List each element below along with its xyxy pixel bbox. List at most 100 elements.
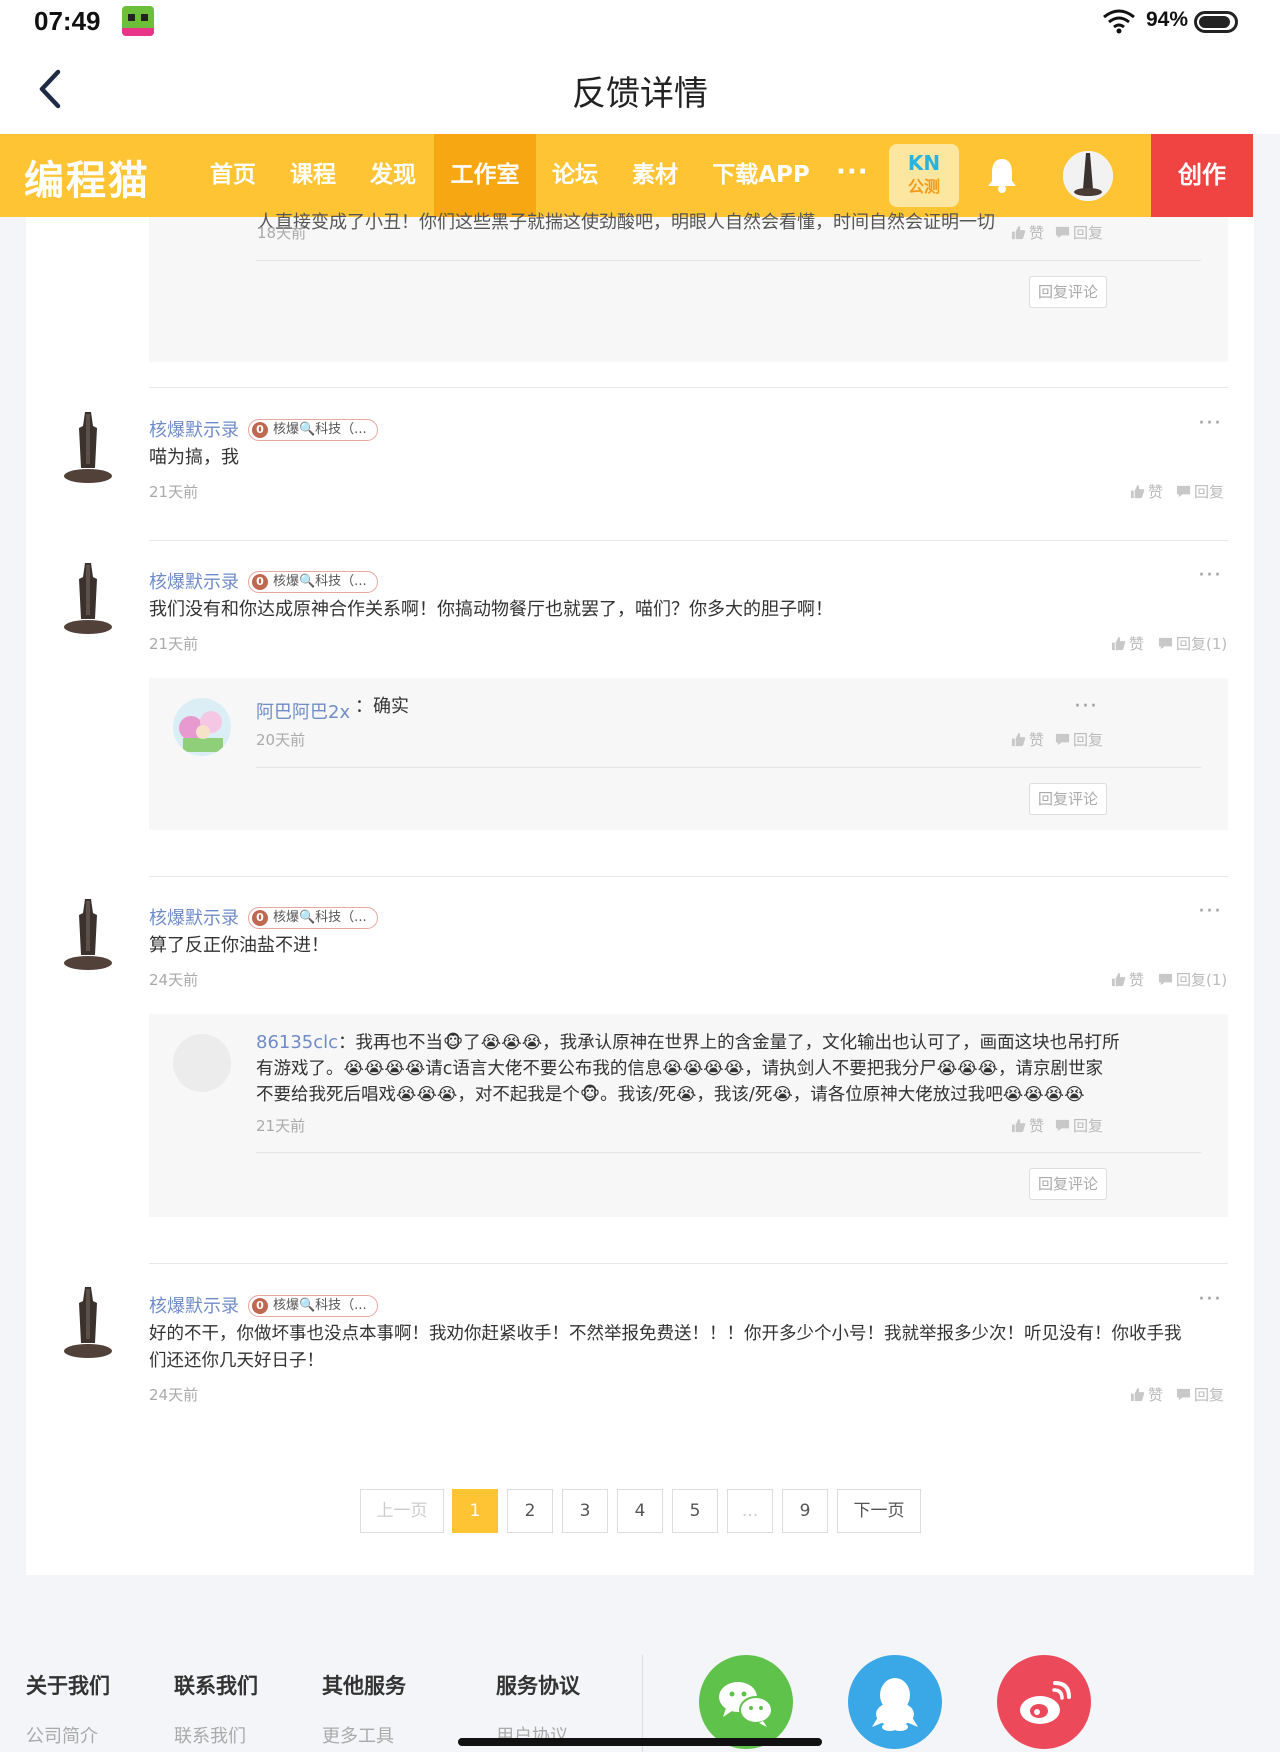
like-label: 赞 [1129, 635, 1145, 653]
divider [256, 767, 1201, 768]
divider [149, 387, 1228, 388]
reply-button[interactable]: 回复 [1055, 222, 1103, 243]
footer-agreement-heading[interactable]: 服务协议 [496, 1670, 580, 1700]
site-logo[interactable]: 编程猫 [24, 148, 150, 206]
nav-more-button[interactable]: ··· [836, 134, 869, 217]
kn-beta-button[interactable]: KN 公测 [889, 144, 959, 207]
footer-about-link[interactable]: 公司简介 [26, 1722, 98, 1748]
like-button[interactable]: 赞 [1130, 481, 1163, 502]
reply-username[interactable]: 86135clc [256, 1032, 338, 1053]
more-options-button[interactable]: ··· [1198, 565, 1222, 587]
reply-time: 20天前 [256, 731, 306, 749]
nav-courses[interactable]: 课程 [280, 134, 346, 217]
page-button[interactable]: 2 [507, 1489, 553, 1533]
tower-avatar-icon[interactable] [60, 899, 116, 975]
weibo-icon[interactable] [997, 1655, 1091, 1749]
like-button[interactable]: 赞 [1111, 633, 1144, 654]
reply-button[interactable]: 回复 [1176, 1384, 1224, 1405]
footer-services-heading[interactable]: 其他服务 [322, 1670, 406, 1700]
bell-icon[interactable] [985, 156, 1019, 194]
reply-avatar[interactable] [173, 698, 231, 756]
thumb-up-icon [1130, 484, 1145, 499]
nav-download-app[interactable]: 下载APP [704, 134, 818, 217]
qq-penguin-icon [872, 1678, 918, 1731]
wechat-icon[interactable] [699, 1655, 793, 1749]
user-avatar[interactable] [1063, 151, 1113, 201]
footer-services-link[interactable]: 更多工具 [322, 1722, 394, 1748]
more-options-button[interactable]: ··· [1198, 413, 1222, 435]
prev-page-button[interactable]: 上一页 [360, 1489, 444, 1533]
comment-text: 喵为搞，我 [149, 447, 239, 468]
like-label: 赞 [1029, 1117, 1045, 1135]
page-button[interactable]: 9 [782, 1489, 828, 1533]
reply-comment-button[interactable]: 回复评论 [1029, 1168, 1107, 1200]
nav-forum[interactable]: 论坛 [542, 134, 608, 217]
reply-username[interactable]: 阿巴阿巴2x [256, 698, 350, 724]
comment-text-line-1: 好的不干，你做坏事也没点本事啊！我劝你赶紧收手！不然举报免费送！！！你开多少个小… [149, 1324, 1182, 1344]
page-button-current[interactable]: 1 [452, 1489, 498, 1533]
reply-label: 回复(1) [1176, 635, 1228, 653]
create-button[interactable]: 创作 [1151, 134, 1253, 217]
comment-username[interactable]: 核爆默示录 [149, 568, 239, 594]
anime-avatar-icon [173, 698, 231, 756]
nav-discover[interactable]: 发现 [360, 134, 426, 217]
more-options-button[interactable]: ··· [1198, 1289, 1222, 1311]
more-options-button[interactable]: ··· [1198, 901, 1222, 923]
footer-contact-link[interactable]: 联系我们 [174, 1722, 246, 1748]
divider [149, 1263, 1228, 1264]
like-button[interactable]: 赞 [1011, 1115, 1044, 1136]
like-label: 赞 [1029, 731, 1045, 749]
page-button[interactable]: 3 [562, 1489, 608, 1533]
tower-avatar-icon [1063, 151, 1113, 201]
reply-button[interactable]: 回复 [1055, 729, 1103, 750]
page-ellipsis: ... [727, 1489, 773, 1533]
qq-icon[interactable] [848, 1655, 942, 1749]
like-button[interactable]: 赞 [1130, 1384, 1163, 1405]
reply-button[interactable]: 回复(1) [1158, 969, 1227, 990]
reply-comment-button[interactable]: 回复评论 [1029, 783, 1107, 815]
like-label: 赞 [1148, 483, 1164, 501]
more-options-button[interactable]: ··· [1074, 696, 1098, 718]
battery-percent: 94% [1146, 8, 1189, 31]
tower-avatar-icon[interactable] [60, 1287, 116, 1363]
divider [149, 876, 1228, 877]
user-badge[interactable]: 核爆🔍科技（... [248, 419, 378, 441]
thumb-up-icon [1111, 636, 1126, 651]
home-indicator[interactable] [458, 1738, 822, 1746]
user-badge[interactable]: 核爆🔍科技（... [248, 571, 378, 593]
weibo-glyph-icon [1020, 1681, 1071, 1724]
reply-button[interactable]: 回复 [1055, 1115, 1103, 1136]
footer-about-heading[interactable]: 关于我们 [26, 1670, 110, 1700]
reply-button[interactable]: 回复 [1176, 481, 1224, 502]
comment-username[interactable]: 核爆默示录 [149, 416, 239, 442]
page-button[interactable]: 4 [617, 1489, 663, 1533]
reply-block-partial: 人直接变成了小丑！你们这些黑子就揣这使劲酸吧，明眼人自然会看懂，时间自然会证明一… [149, 212, 1228, 362]
comment-time: 21天前 [149, 483, 199, 501]
like-button[interactable]: 赞 [1011, 729, 1044, 750]
page-button[interactable]: 5 [672, 1489, 718, 1533]
user-badge[interactable]: 核爆🔍科技（... [248, 907, 378, 929]
comment-icon [1158, 637, 1173, 650]
next-page-button[interactable]: 下一页 [837, 1489, 921, 1533]
thumb-up-icon [1130, 1387, 1145, 1402]
nav-studio[interactable]: 工作室 [434, 134, 536, 217]
comment-text-line-2: 们还还你几天好日子！ [149, 1351, 324, 1371]
nav-materials[interactable]: 素材 [622, 134, 688, 217]
tower-avatar-icon[interactable] [60, 412, 116, 488]
reply-block: 阿巴阿巴2x ：确实 ··· 20天前 赞 回复 回复评论 [149, 678, 1228, 830]
more-options-button[interactable]: ··· [1074, 1032, 1098, 1054]
comment-time: 24天前 [149, 1386, 199, 1404]
reply-text-line-3: 不要给我死后唱戏😭😭😭，对不起我是个🐵。我该/死😭，我该/死😭，请各位原神大佬放… [256, 1085, 1085, 1105]
reply-button[interactable]: 回复(1) [1158, 633, 1227, 654]
reply-avatar[interactable] [173, 1034, 231, 1092]
like-button[interactable]: 赞 [1011, 222, 1044, 243]
like-button[interactable]: 赞 [1111, 969, 1144, 990]
comment-username[interactable]: 核爆默示录 [149, 1292, 239, 1318]
tower-avatar-icon[interactable] [60, 563, 116, 639]
footer-contact-heading[interactable]: 联系我们 [174, 1670, 258, 1700]
user-badge[interactable]: 核爆🔍科技（... [248, 1295, 378, 1317]
comment-username[interactable]: 核爆默示录 [149, 904, 239, 930]
nav-home[interactable]: 首页 [200, 134, 266, 217]
reply-comment-button[interactable]: 回复评论 [1029, 276, 1107, 308]
app-notification-icon [122, 6, 154, 36]
